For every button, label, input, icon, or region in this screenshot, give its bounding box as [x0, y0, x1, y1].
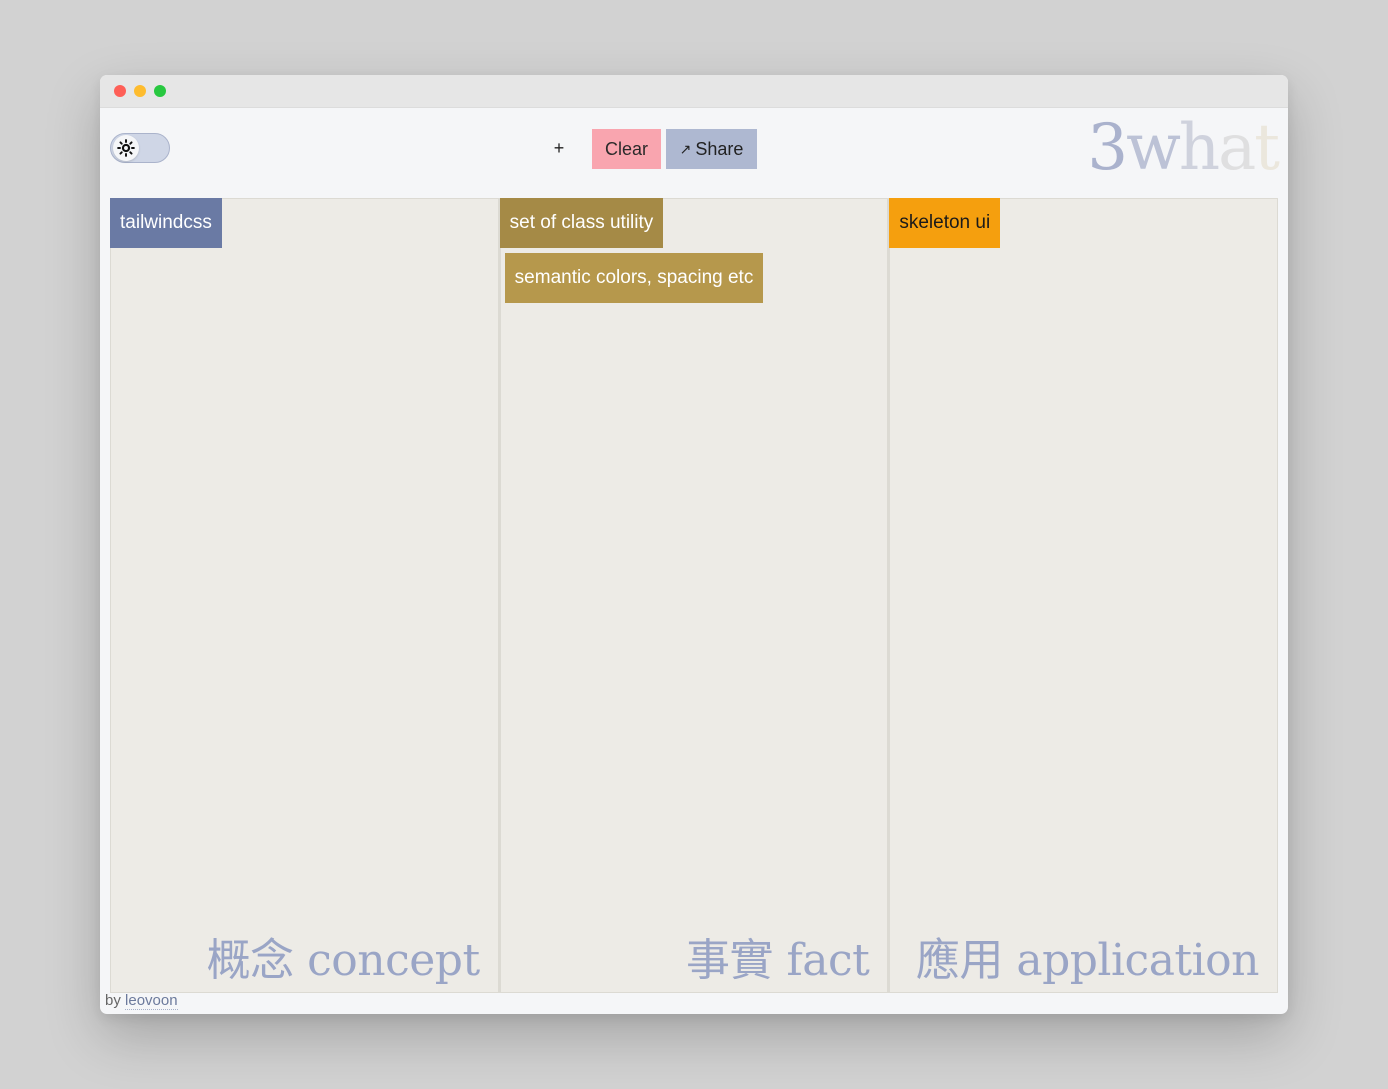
card[interactable]: skeleton ui — [889, 198, 1001, 248]
app-window: + Clear ↗ Share 3what tailwindcss 概念 con… — [100, 75, 1288, 1014]
column-label-application: 應用 application — [915, 935, 1260, 986]
card[interactable]: tailwindcss — [110, 198, 222, 248]
column-concept[interactable]: tailwindcss 概念 concept — [110, 198, 499, 993]
card[interactable]: set of class utility — [499, 198, 664, 248]
column-label-concept: 概念 concept — [206, 935, 481, 986]
minimize-icon[interactable] — [134, 85, 146, 97]
maximize-icon[interactable] — [154, 85, 166, 97]
footer: by leovoon — [105, 992, 178, 1010]
card[interactable]: semantic colors, spacing etc — [504, 253, 764, 303]
title-bar — [100, 75, 1288, 108]
logo-letter: a — [1218, 111, 1256, 185]
footer-prefix: by — [105, 992, 121, 1009]
column-label-fact: 事實 fact — [686, 935, 870, 986]
theme-toggle-knob — [113, 135, 139, 161]
logo-letter: h — [1178, 111, 1220, 185]
column-fact[interactable]: set of class utility semantic colors, sp… — [498, 198, 889, 993]
author-link[interactable]: leovoon — [125, 992, 178, 1010]
theme-toggle[interactable] — [110, 133, 170, 163]
board: tailwindcss 概念 concept set of class util… — [110, 198, 1279, 993]
logo-letter: 3 — [1087, 111, 1128, 185]
close-icon[interactable] — [114, 85, 126, 97]
logo-letter: t — [1254, 111, 1280, 185]
share-button[interactable]: ↗ Share — [666, 129, 757, 169]
app-logo: 3what — [1087, 111, 1280, 185]
column-application[interactable]: skeleton ui 應用 application — [888, 198, 1279, 993]
logo-letter: w — [1126, 111, 1181, 185]
add-card-button[interactable]: + — [544, 133, 574, 163]
sun-icon — [117, 139, 135, 157]
share-arrow-icon: ↗ — [679, 140, 692, 157]
clear-button[interactable]: Clear — [592, 129, 661, 169]
share-label: Share — [695, 138, 744, 159]
